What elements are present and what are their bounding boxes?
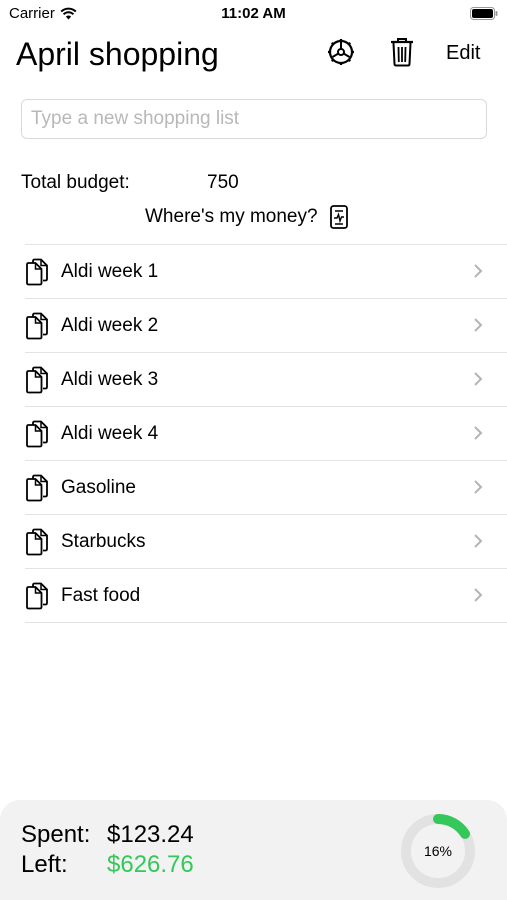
shopping-list-list: Aldi week 1 Aldi week 2 Aldi week 3 Aldi… [25, 244, 507, 623]
spent-progress-ring: 16% [401, 814, 475, 888]
list-item-label: Aldi week 3 [61, 368, 159, 390]
list-item-starbucks[interactable]: Starbucks [25, 515, 507, 569]
list-item-aldi-week-3[interactable]: Aldi week 3 [25, 353, 507, 407]
budget-label: Total budget: [21, 172, 130, 193]
list-item-label: Gasoline [61, 476, 136, 498]
settings-icon [328, 39, 354, 65]
wheres-my-money-button[interactable]: Where's my money? [145, 205, 348, 229]
document-icon [25, 582, 49, 610]
report-icon [329, 205, 348, 229]
chevron-right-icon [474, 588, 483, 602]
document-icon [25, 258, 49, 286]
chevron-right-icon [474, 372, 483, 386]
list-item-aldi-week-4[interactable]: Aldi week 4 [25, 407, 507, 461]
status-time: 11:02 AM [221, 5, 286, 22]
page-title: April shopping [16, 36, 219, 72]
chevron-right-icon [474, 480, 483, 494]
budget-value[interactable]: 750 [207, 171, 239, 195]
spent-label: Spent: [21, 821, 91, 848]
battery-icon [470, 7, 498, 20]
edit-button[interactable]: Edit [446, 40, 480, 66]
wheres-my-money-label: Where's my money? [145, 206, 318, 227]
document-icon [25, 474, 49, 502]
document-icon [25, 312, 49, 340]
document-icon [25, 528, 49, 556]
list-item-aldi-week-1[interactable]: Aldi week 1 [25, 245, 507, 299]
list-item-label: Aldi week 1 [61, 260, 159, 282]
document-icon [25, 366, 49, 394]
document-icon [25, 420, 49, 448]
list-item-label: Aldi week 4 [61, 422, 159, 444]
list-item-aldi-week-2[interactable]: Aldi week 2 [25, 299, 507, 353]
list-item-label: Starbucks [61, 530, 146, 552]
chevron-right-icon [474, 264, 483, 278]
list-item-fast-food[interactable]: Fast food [25, 569, 507, 623]
left-value: $626.76 [107, 851, 194, 878]
list-item-gasoline[interactable]: Gasoline [25, 461, 507, 515]
list-item-label: Aldi week 2 [61, 314, 159, 336]
new-list-input[interactable] [21, 99, 487, 139]
list-item-label: Fast food [61, 584, 141, 606]
left-label: Left: [21, 851, 68, 878]
chevron-right-icon [474, 426, 483, 440]
progress-percent-label: 16% [424, 843, 452, 859]
chevron-right-icon [474, 318, 483, 332]
spent-value: $123.24 [107, 821, 194, 848]
trash-icon [391, 38, 413, 67]
delete-button[interactable] [388, 36, 416, 68]
settings-button[interactable] [326, 37, 356, 67]
chevron-right-icon [474, 534, 483, 548]
